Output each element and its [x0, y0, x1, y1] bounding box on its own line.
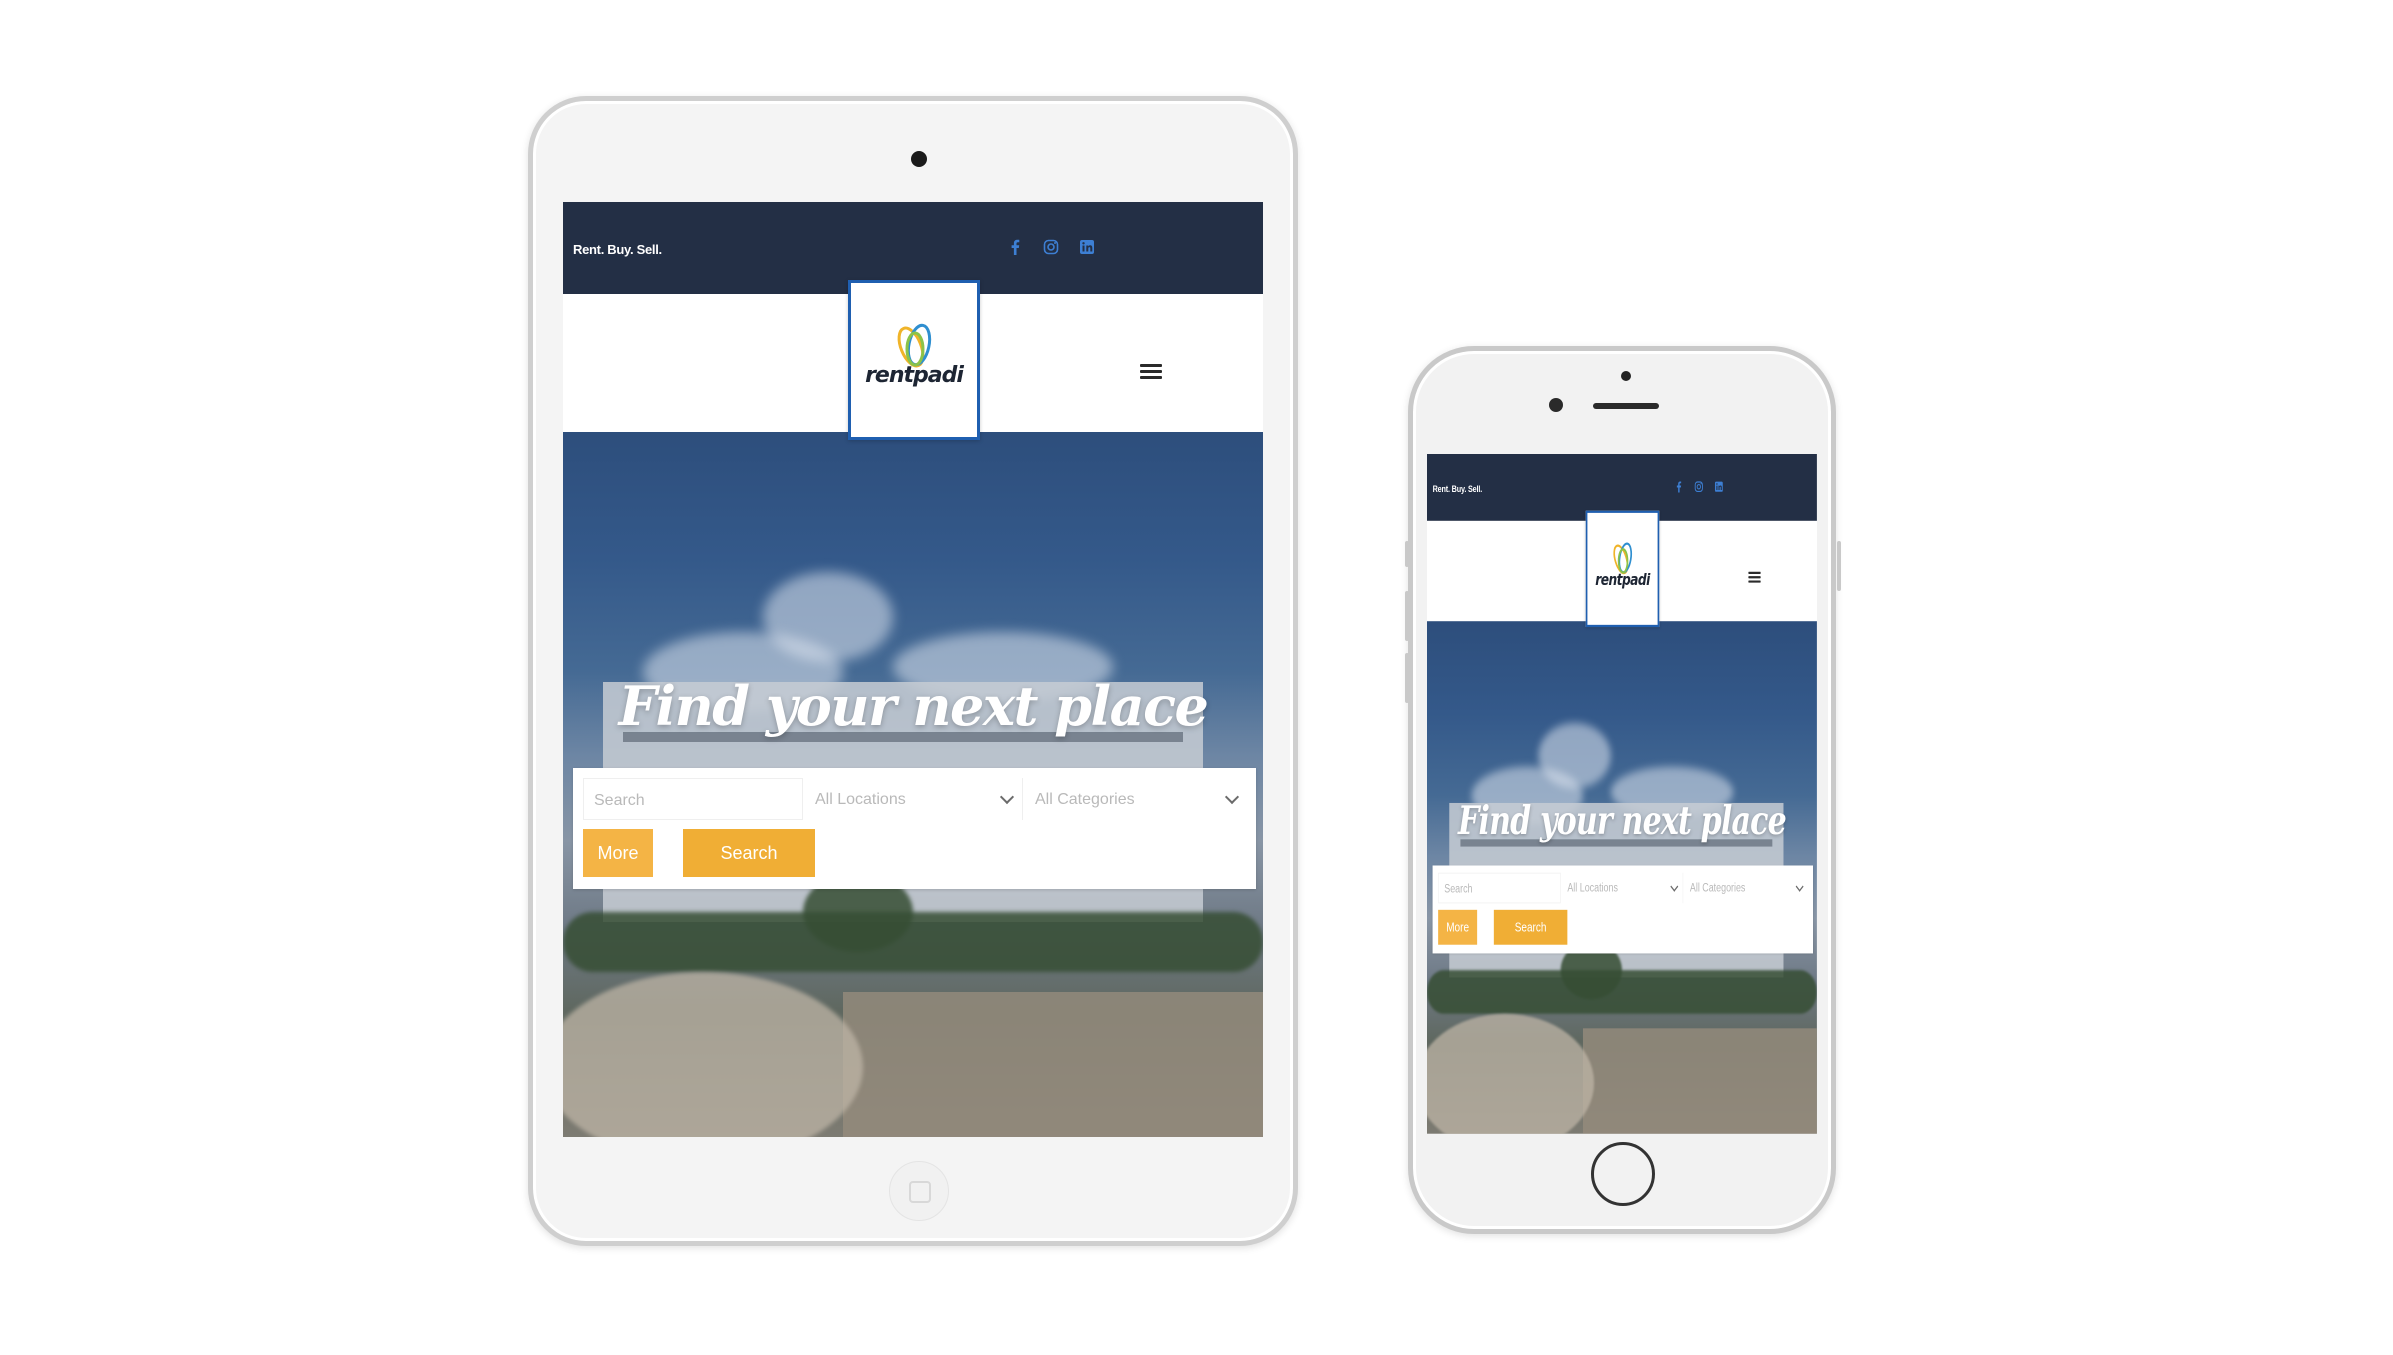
phone-home-button — [1591, 1142, 1655, 1206]
facebook-icon[interactable] — [1005, 237, 1025, 257]
device-mockup-stage: Rent. Buy. Sell. rentpadi Find your next… — [0, 0, 2393, 1355]
linkedin-icon[interactable] — [1077, 237, 1097, 257]
location-select[interactable]: All Locations — [805, 778, 1023, 820]
hero-title: Find your next place — [1458, 797, 1787, 844]
phone-side-button — [1405, 541, 1409, 567]
social-links — [1673, 479, 1724, 494]
phone-sensor — [1621, 371, 1631, 381]
logo[interactable]: rentpadi — [848, 280, 980, 440]
search-button[interactable]: Search — [1493, 909, 1568, 945]
tablet-device: Rent. Buy. Sell. rentpadi Find your next… — [528, 96, 1298, 1246]
facebook-icon[interactable] — [1673, 479, 1684, 494]
phone-screen: Rent. Buy. Sell. rentpadi Find your next… — [1427, 454, 1817, 1134]
hero-title: Find your next place — [618, 674, 1209, 738]
linkedin-icon[interactable] — [1713, 479, 1724, 494]
tagline: Rent. Buy. Sell. — [1432, 483, 1483, 494]
category-select[interactable]: All Categories — [1025, 778, 1247, 820]
instagram-icon[interactable] — [1693, 479, 1704, 494]
hero-section: Find your next place Search All Location… — [1427, 621, 1817, 1134]
chevron-down-icon — [1670, 881, 1679, 892]
logo[interactable]: rentpadi — [1585, 510, 1660, 628]
more-button[interactable]: More — [1438, 909, 1478, 945]
brand-name: rentpadi — [1595, 571, 1650, 590]
website: Rent. Buy. Sell. rentpadi Find your next… — [563, 202, 1263, 1137]
hero-rocks — [563, 972, 863, 1137]
phone-device: Rent. Buy. Sell. rentpadi Find your next… — [1405, 346, 1841, 1234]
search-button[interactable]: Search — [683, 829, 815, 877]
hero-rocks — [1427, 1013, 1595, 1134]
search-panel: Search All Locations All Categories More… — [1432, 865, 1814, 954]
phone-side-button — [1405, 653, 1409, 703]
hamburger-menu-icon[interactable] — [1140, 364, 1162, 380]
phone-speaker — [1593, 403, 1659, 409]
tablet-home-button — [889, 1161, 949, 1221]
phone-side-button — [1837, 541, 1841, 591]
search-input[interactable]: Search — [583, 778, 803, 820]
social-links — [1005, 237, 1097, 257]
search-input[interactable]: Search — [1438, 872, 1561, 904]
category-select[interactable]: All Categories — [1684, 873, 1808, 904]
search-panel: Search All Locations All Categories More… — [573, 768, 1256, 889]
website: Rent. Buy. Sell. rentpadi Find your next… — [1427, 454, 1817, 1134]
more-button[interactable]: More — [583, 829, 653, 877]
instagram-icon[interactable] — [1041, 237, 1061, 257]
phone-side-button — [1405, 591, 1409, 641]
tablet-camera — [911, 151, 927, 167]
category-select-value: All Categories — [1689, 882, 1746, 895]
tablet-screen: Rent. Buy. Sell. rentpadi Find your next… — [563, 202, 1263, 1137]
location-select-value: All Locations — [1567, 882, 1618, 895]
chevron-down-icon — [1224, 789, 1240, 805]
hero-wall — [1582, 1028, 1817, 1134]
category-select-value: All Categories — [1035, 791, 1135, 808]
location-select-value: All Locations — [815, 791, 906, 808]
chevron-down-icon — [999, 789, 1015, 805]
hero-wall — [843, 992, 1263, 1137]
phone-camera — [1549, 398, 1563, 412]
tagline: Rent. Buy. Sell. — [573, 242, 662, 257]
location-select[interactable]: All Locations — [1562, 872, 1684, 904]
hero-tree — [1427, 970, 1817, 1014]
chevron-down-icon — [1795, 881, 1804, 892]
hero-section: Find your next place Search All Location… — [563, 432, 1263, 1137]
hamburger-menu-icon[interactable] — [1748, 571, 1761, 584]
brand-name: rentpadi — [865, 363, 964, 388]
hero-tree — [563, 912, 1263, 972]
